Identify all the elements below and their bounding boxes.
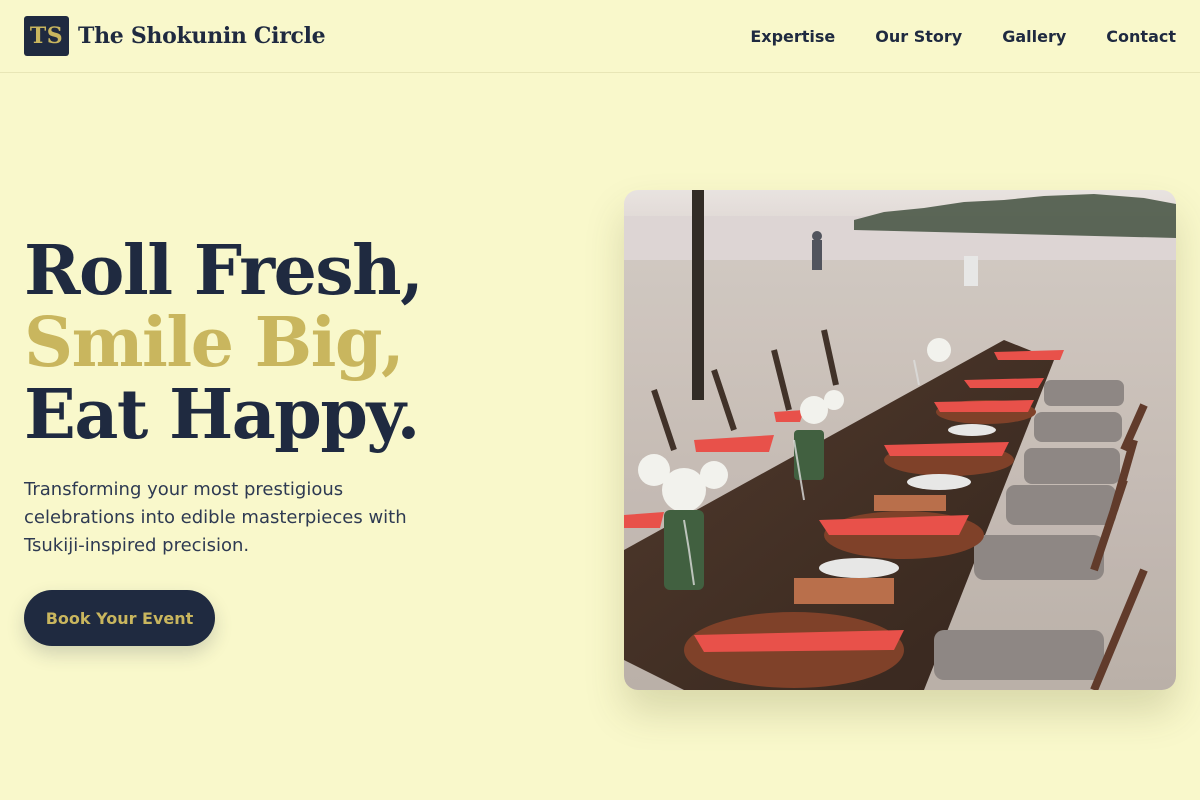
nav-link-contact[interactable]: Contact [1106, 27, 1176, 46]
site-header: TS The Shokunin Circle Expertise Our Sto… [0, 0, 1200, 73]
book-event-button[interactable]: Book Your Event [24, 590, 215, 646]
beach-dinner-photo [624, 190, 1176, 690]
nav-link-expertise[interactable]: Expertise [750, 27, 835, 46]
hero-title: Roll Fresh, Smile Big, Eat Happy. [24, 231, 424, 455]
hero-image [624, 190, 1176, 690]
brand-name[interactable]: The Shokunin Circle [78, 23, 326, 49]
main-nav: Expertise Our Story Gallery Contact [750, 27, 1176, 46]
hero-subtitle: Transforming your most prestigious celeb… [24, 479, 407, 556]
brand[interactable]: TS The Shokunin Circle [24, 16, 326, 56]
hero-title-line-3: Eat Happy. [24, 375, 420, 455]
hero-title-line-2: Smile Big, [24, 303, 405, 383]
hero-title-line-1: Roll Fresh, [24, 231, 424, 311]
logo-badge[interactable]: TS [24, 16, 69, 56]
nav-link-gallery[interactable]: Gallery [1002, 27, 1066, 46]
nav-link-our-story[interactable]: Our Story [875, 27, 962, 46]
